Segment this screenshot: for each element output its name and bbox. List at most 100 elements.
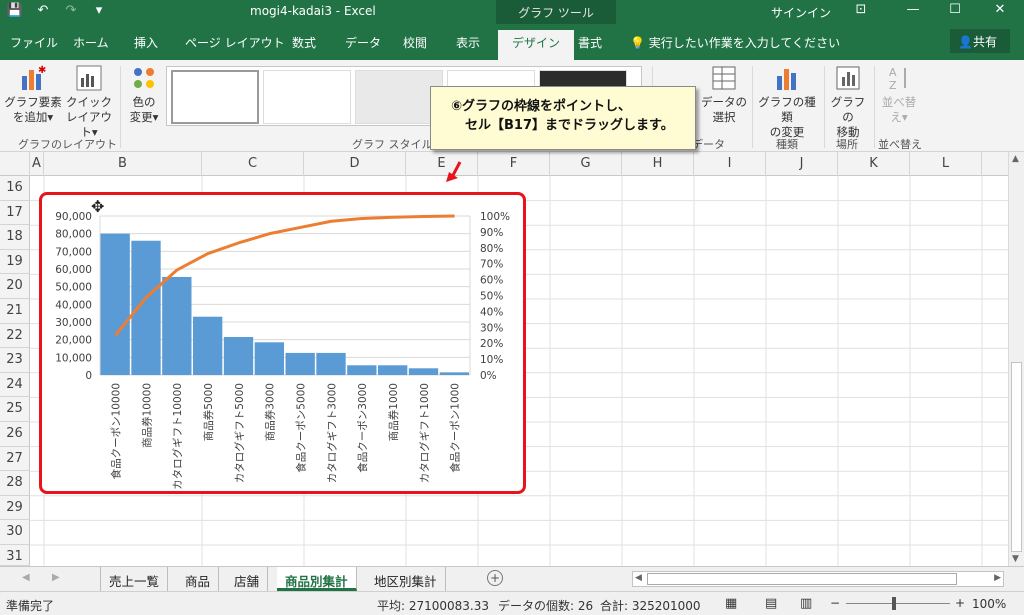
sheet-tab-active[interactable]: 商品別集計	[277, 567, 357, 591]
tab-file[interactable]: ファイル	[10, 34, 58, 51]
row-header[interactable]: 29	[0, 495, 30, 521]
add-chart-element-button[interactable]: ✱ グラフ要素 を追加▾	[4, 64, 62, 125]
zoom-slider-thumb[interactable]	[892, 597, 896, 610]
row-header[interactable]: 24	[0, 372, 30, 398]
row-header[interactable]: 18	[0, 225, 30, 250]
page-layout-view-icon[interactable]: ▤	[765, 596, 777, 611]
next-sheet-icon[interactable]: ▶	[52, 572, 60, 583]
chart-style-1[interactable]	[171, 70, 259, 124]
palette-icon	[134, 68, 154, 88]
normal-view-icon[interactable]: ▦	[725, 596, 737, 611]
move-chart-icon	[836, 66, 860, 90]
pareto-bar	[285, 352, 315, 375]
scroll-right-icon[interactable]: ▶	[994, 573, 1001, 583]
pareto-bar	[347, 365, 377, 375]
chart-style-2[interactable]	[263, 70, 351, 124]
sheet-tab[interactable]: 店舗	[226, 567, 269, 591]
column-header-f[interactable]: F	[478, 152, 550, 176]
customize-qat-icon[interactable]: ▾	[90, 3, 108, 18]
select-data-button[interactable]: データの 選択	[700, 64, 748, 125]
column-header-c[interactable]: C	[202, 152, 304, 176]
column-header-l[interactable]: L	[910, 152, 982, 176]
zoom-in-icon[interactable]: +	[955, 596, 965, 610]
group-separator	[752, 66, 753, 148]
ribbon-display-icon[interactable]: ⊡	[846, 2, 876, 17]
tab-page-layout[interactable]: ページ レイアウト	[185, 34, 285, 51]
minimize-icon[interactable]: —	[898, 2, 928, 17]
row-header[interactable]: 28	[0, 471, 30, 496]
row-header[interactable]: 23	[0, 348, 30, 373]
row-header[interactable]: 20	[0, 274, 30, 299]
pareto-chart-frame[interactable]: 0 10,000 20,000 30,000 40,000 50,000 60,000 70,…	[39, 192, 526, 494]
pareto-bar	[223, 337, 254, 375]
row-header[interactable]: 17	[0, 200, 30, 226]
column-header-a[interactable]: A	[30, 152, 44, 176]
row-header[interactable]: 16	[0, 176, 30, 201]
share-button[interactable]: 👤共有	[950, 29, 1010, 53]
page-break-view-icon[interactable]: ▥	[800, 596, 812, 611]
tab-view[interactable]: 表示	[456, 34, 480, 51]
contextual-tool-label: グラフ ツール	[496, 0, 616, 24]
pareto-chart[interactable]: 0 10,000 20,000 30,000 40,000 50,000 60,000 70,…	[42, 195, 523, 491]
scroll-left-icon[interactable]: ◀	[635, 573, 642, 583]
tab-design[interactable]: デザイン	[498, 30, 575, 60]
scroll-thumb[interactable]	[1011, 362, 1022, 552]
sheet-tab[interactable]: 商品	[177, 567, 220, 591]
sheet-tab[interactable]: 売上一覧	[100, 567, 169, 591]
undo-icon[interactable]: ↶	[34, 3, 52, 18]
column-header-j[interactable]: J	[766, 152, 838, 176]
tab-format[interactable]: 書式	[578, 34, 602, 51]
row-header[interactable]: 19	[0, 249, 30, 275]
move-chart-button[interactable]: グラフの 移動	[826, 64, 870, 140]
row-header[interactable]: 26	[0, 422, 30, 447]
tab-insert[interactable]: 挿入	[134, 34, 158, 51]
change-colors-button[interactable]: 色の 変更▾	[124, 64, 164, 125]
select-all-corner[interactable]	[0, 152, 30, 176]
y-left-tick-label: 80,000	[55, 229, 92, 241]
prev-sheet-icon[interactable]: ◀	[22, 572, 30, 583]
category-label: 食品クーポン1000	[449, 383, 462, 473]
tab-review[interactable]: 校閲	[403, 34, 427, 51]
column-header-b[interactable]: B	[44, 152, 202, 176]
tab-formulas[interactable]: 数式	[292, 34, 316, 51]
column-header-i[interactable]: I	[694, 152, 766, 176]
column-header-h[interactable]: H	[622, 152, 694, 176]
signin-link[interactable]: サインイン	[771, 4, 831, 21]
zoom-slider[interactable]	[846, 603, 950, 604]
row-header[interactable]: 25	[0, 397, 30, 422]
horizontal-scroll-thumb[interactable]	[647, 573, 957, 585]
column-header-e[interactable]: E	[406, 152, 478, 176]
column-header-k[interactable]: K	[838, 152, 910, 176]
horizontal-scrollbar[interactable]: ◀ ▶	[632, 571, 1004, 587]
group-data: データ	[692, 138, 725, 151]
scroll-up-icon[interactable]: ▲	[1012, 154, 1019, 164]
y-left-tick-label: 10,000	[55, 352, 92, 364]
pareto-bar	[439, 372, 469, 375]
person-icon: 👤	[958, 35, 973, 49]
scroll-down-icon[interactable]: ▼	[1012, 554, 1019, 564]
zoom-out-icon[interactable]: −	[830, 596, 840, 610]
category-label: 食品クーポン5000	[294, 383, 307, 473]
redo-icon[interactable]: ↷	[62, 3, 80, 18]
row-header[interactable]: 22	[0, 323, 30, 349]
column-header-d[interactable]: D	[304, 152, 406, 176]
maximize-icon[interactable]: ☐	[940, 2, 970, 17]
vertical-scrollbar[interactable]: ▲ ▼	[1008, 152, 1024, 568]
tell-me-box[interactable]: 💡 実行したい作業を入力してください	[630, 34, 840, 51]
change-chart-type-button[interactable]: グラフの種類 の変更	[754, 64, 820, 140]
quick-layout-button[interactable]: クイック レイアウト▾	[62, 64, 116, 140]
column-header-g[interactable]: G	[550, 152, 622, 176]
save-icon[interactable]: 💾	[6, 3, 24, 18]
row-header[interactable]: 27	[0, 446, 30, 472]
move-chart-label-1: グラフの	[830, 95, 866, 124]
row-header[interactable]: 21	[0, 299, 30, 324]
zoom-level[interactable]: 100%	[972, 597, 1006, 611]
tab-data[interactable]: データ	[345, 34, 381, 51]
row-header[interactable]: 30	[0, 520, 30, 545]
row-header[interactable]: 31	[0, 545, 30, 566]
add-sheet-icon[interactable]: +	[487, 570, 503, 586]
sheet-tab[interactable]: 地区別集計	[366, 567, 446, 591]
lightbulb-icon: 💡	[630, 36, 645, 50]
close-icon[interactable]: ✕	[985, 2, 1015, 17]
tab-home[interactable]: ホーム	[73, 34, 109, 51]
